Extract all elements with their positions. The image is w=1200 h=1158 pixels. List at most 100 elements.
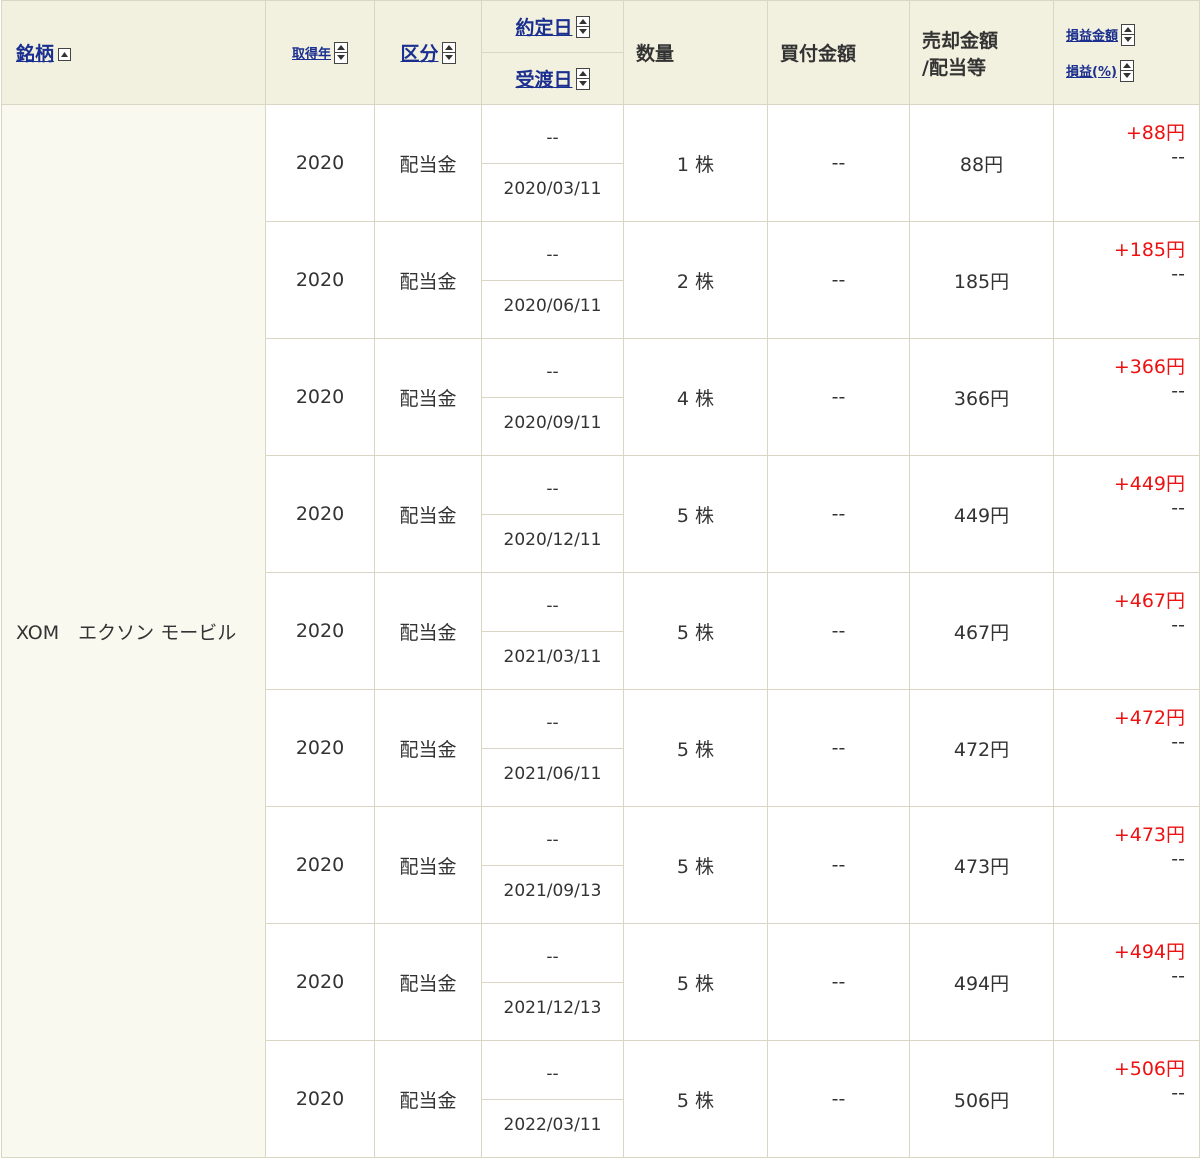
- dividend-table: 銘柄 取得年 区分 約定日 受渡日 数量 買付金額 売却金額 /配当等 損益金額…: [1, 0, 1200, 1158]
- pl-percent: --: [1171, 146, 1185, 168]
- sort-by-meigara-link[interactable]: 銘柄: [16, 43, 54, 65]
- buy-amount-cell: --: [767, 689, 910, 807]
- table-row: XOM エクソン モービル 2020 配当金 -- 2020/03/11 1 株 -- 88円…: [1, 104, 1200, 1158]
- header-baikyaku-line1: 売却金額: [922, 29, 999, 52]
- pl-cell: +506円 --: [1053, 1040, 1200, 1158]
- header-dates: 約定日 受渡日: [481, 0, 624, 105]
- kubun-cell: 配当金: [374, 221, 482, 339]
- pl-amount: +472円: [1113, 707, 1185, 729]
- contract-date: --: [546, 1064, 559, 1084]
- contract-date: --: [546, 596, 559, 616]
- year-cell: 2020: [265, 689, 375, 807]
- year-cell: 2020: [265, 806, 375, 924]
- buy-amount-cell: --: [767, 338, 910, 456]
- pl-cell: +467円 --: [1053, 572, 1200, 690]
- year-cell: 2020: [265, 221, 375, 339]
- header-kaitsuke: 買付金額: [767, 0, 910, 105]
- quantity-cell: 4 株: [623, 338, 768, 456]
- kubun-sort-toggle-icon[interactable]: [441, 41, 456, 64]
- sell-amount-cell: 449円: [909, 455, 1054, 573]
- settle-date: 2021/06/11: [482, 748, 623, 798]
- pl-cell: +366円 --: [1053, 338, 1200, 456]
- sell-amount-cell: 467円: [909, 572, 1054, 690]
- settle-date: 2020/03/11: [482, 163, 623, 213]
- pl-amount: +467円: [1113, 590, 1185, 612]
- contract-date: --: [546, 128, 559, 148]
- quantity-cell: 5 株: [623, 689, 768, 807]
- sort-by-year-link[interactable]: 取得年: [292, 43, 331, 62]
- quantity-cell: 5 株: [623, 1040, 768, 1158]
- contract-date: --: [546, 245, 559, 265]
- date-cell: -- 2021/12/13: [481, 923, 624, 1041]
- pl-percent: --: [1171, 380, 1185, 402]
- header-suuryou: 数量: [623, 0, 768, 105]
- pl-percent: --: [1171, 1082, 1185, 1104]
- year-sort-toggle-icon[interactable]: [334, 41, 348, 64]
- kubun-cell: 配当金: [374, 806, 482, 924]
- buy-amount-cell: --: [767, 806, 910, 924]
- pl-percent: --: [1171, 497, 1185, 519]
- pl-amount-sort-toggle-icon[interactable]: [1121, 23, 1136, 46]
- contract-date: --: [546, 830, 559, 850]
- sort-by-kubun-link[interactable]: 区分: [400, 39, 438, 66]
- header-kubun: 区分: [374, 0, 482, 105]
- settle-date: 2020/06/11: [482, 280, 623, 330]
- sort-by-pl-amount-link[interactable]: 損益金額: [1066, 25, 1118, 44]
- settle-date: 2021/12/13: [482, 982, 623, 1032]
- year-cell: 2020: [265, 104, 375, 222]
- quantity-cell: 2 株: [623, 221, 768, 339]
- sell-amount-cell: 494円: [909, 923, 1054, 1041]
- settle-date-sort-toggle-icon[interactable]: [575, 67, 590, 90]
- date-cell: -- 2021/06/11: [481, 689, 624, 807]
- year-cell: 2020: [265, 1040, 375, 1158]
- kubun-cell: 配当金: [374, 689, 482, 807]
- quantity-cell: 5 株: [623, 923, 768, 1041]
- date-cell: -- 2020/03/11: [481, 104, 624, 222]
- date-cell: -- 2022/03/11: [481, 1040, 624, 1158]
- contract-date: --: [546, 713, 559, 733]
- collapse-icon[interactable]: [58, 48, 72, 61]
- quantity-cell: 5 株: [623, 455, 768, 573]
- pl-pct-sort-toggle-icon[interactable]: [1119, 59, 1134, 82]
- kubun-cell: 配当金: [374, 1040, 482, 1158]
- buy-amount-cell: --: [767, 572, 910, 690]
- buy-amount-cell: --: [767, 104, 910, 222]
- header-row: 銘柄 取得年 区分 約定日 受渡日 数量 買付金額 売却金額 /配当等 損益金額…: [1, 0, 1200, 105]
- pl-amount: +506円: [1113, 1058, 1185, 1080]
- sort-by-contract-date-link[interactable]: 約定日: [515, 13, 572, 40]
- pl-cell: +473円 --: [1053, 806, 1200, 924]
- header-baikyaku: 売却金額 /配当等: [909, 0, 1054, 105]
- kubun-cell: 配当金: [374, 338, 482, 456]
- buy-amount-cell: --: [767, 1040, 910, 1158]
- sell-amount-cell: 366円: [909, 338, 1054, 456]
- settle-date: 2020/12/11: [482, 514, 623, 564]
- pl-percent: --: [1171, 263, 1185, 285]
- pl-amount: +185円: [1113, 239, 1185, 261]
- header-shutokunen: 取得年: [265, 0, 375, 105]
- pl-cell: +88円 --: [1053, 104, 1200, 222]
- sell-amount-cell: 185円: [909, 221, 1054, 339]
- contract-date: --: [546, 947, 559, 967]
- year-cell: 2020: [265, 572, 375, 690]
- quantity-cell: 1 株: [623, 104, 768, 222]
- contract-date-sort-toggle-icon[interactable]: [575, 15, 590, 38]
- buy-amount-cell: --: [767, 221, 910, 339]
- pl-percent: --: [1171, 848, 1185, 870]
- date-cell: -- 2021/03/11: [481, 572, 624, 690]
- buy-amount-cell: --: [767, 455, 910, 573]
- pl-cell: +449円 --: [1053, 455, 1200, 573]
- pl-cell: +494円 --: [1053, 923, 1200, 1041]
- date-cell: -- 2020/12/11: [481, 455, 624, 573]
- sort-by-settle-date-link[interactable]: 受渡日: [515, 65, 572, 92]
- settle-date: 2021/09/13: [482, 865, 623, 915]
- header-soneki: 損益金額 損益(%): [1053, 0, 1200, 105]
- year-cell: 2020: [265, 338, 375, 456]
- sort-by-pl-pct-link[interactable]: 損益(%): [1066, 61, 1117, 80]
- pl-amount: +366円: [1113, 356, 1185, 378]
- sell-amount-cell: 472円: [909, 689, 1054, 807]
- year-cell: 2020: [265, 923, 375, 1041]
- kubun-cell: 配当金: [374, 455, 482, 573]
- kubun-cell: 配当金: [374, 572, 482, 690]
- security-name: XOM エクソン モービル: [1, 104, 266, 1158]
- pl-cell: +472円 --: [1053, 689, 1200, 807]
